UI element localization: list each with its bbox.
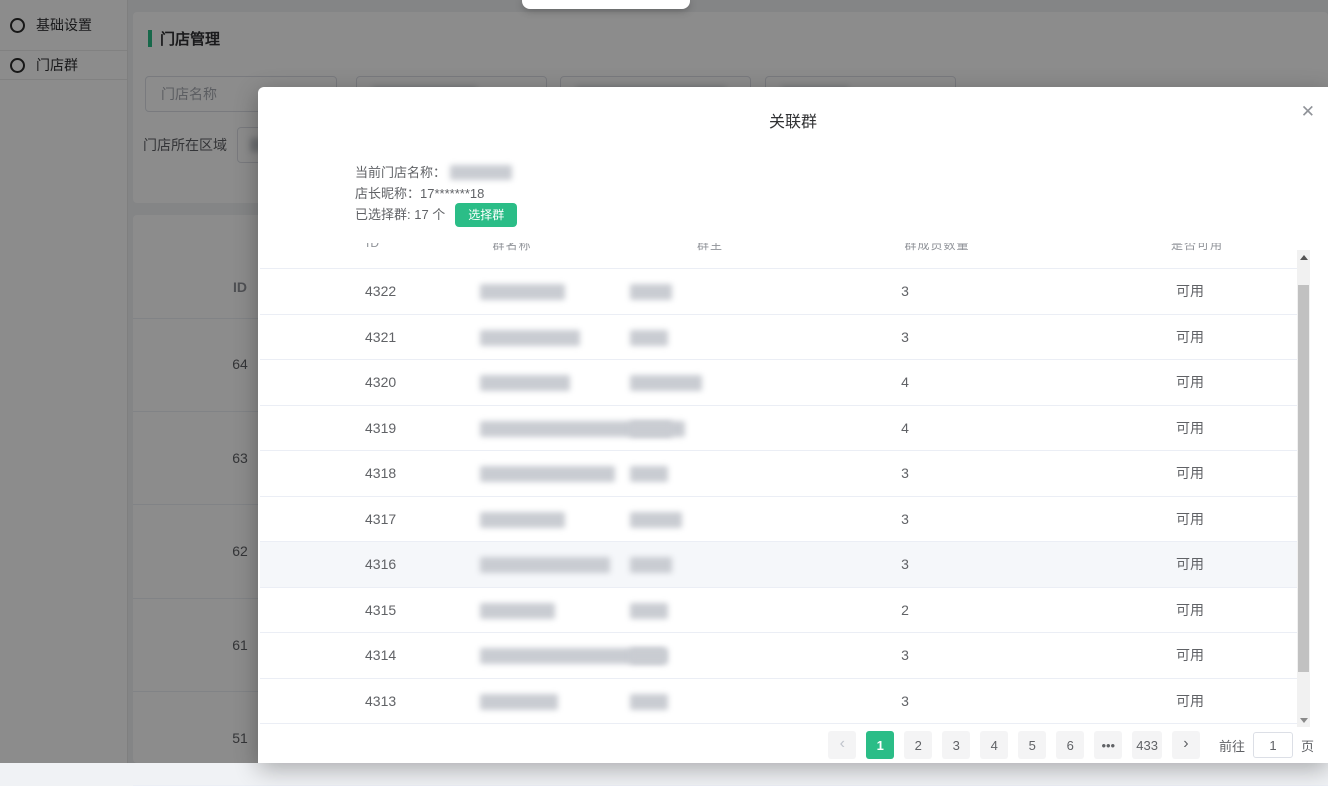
- group-row: 4315 2 可用: [260, 588, 1297, 634]
- member-count: 2: [855, 588, 955, 633]
- blurred-group-owner: [630, 557, 672, 573]
- prev-page-button[interactable]: ‹: [828, 731, 856, 759]
- pagination: ‹ 123456 ••• 433 › 前往 页: [823, 731, 1314, 759]
- group-id: 4322: [365, 269, 396, 314]
- member-count: 3: [855, 497, 955, 542]
- member-count: 4: [855, 360, 955, 405]
- blurred-group-name: [480, 330, 580, 346]
- next-page-button[interactable]: ›: [1172, 731, 1200, 759]
- status-available: 可用: [1140, 633, 1240, 678]
- page-number-button[interactable]: 3: [942, 731, 970, 759]
- blurred-group-owner: [630, 603, 668, 619]
- column-header: 是否可用: [1171, 243, 1223, 253]
- goto-page-input[interactable]: [1253, 732, 1293, 758]
- blurred-group-owner: [630, 375, 702, 391]
- blurred-group-name: [480, 284, 565, 300]
- group-row: 4317 3 可用: [260, 497, 1297, 543]
- member-count: 3: [855, 269, 955, 314]
- column-header: 群成员数量: [904, 243, 969, 253]
- blurred-group-owner: [630, 648, 668, 664]
- page-number-button[interactable]: 433: [1132, 731, 1162, 759]
- status-available: 可用: [1140, 315, 1240, 360]
- status-available: 可用: [1140, 679, 1240, 724]
- group-id: 4313: [365, 679, 396, 724]
- group-id: 4321: [365, 315, 396, 360]
- groups-table-header-clipped: ID 群名称 群主 群成员数量 是否可用: [260, 243, 1297, 269]
- blurred-group-name: [480, 557, 610, 573]
- page-unit-label: 页: [1301, 736, 1314, 755]
- status-available: 可用: [1140, 269, 1240, 314]
- scroll-down-button[interactable]: [1297, 713, 1310, 727]
- member-count: 3: [855, 542, 955, 587]
- column-header: ID: [366, 243, 380, 250]
- blurred-group-name: [480, 603, 555, 619]
- group-id: 4314: [365, 633, 396, 678]
- blurred-group-name: [480, 512, 565, 528]
- toast-message-partial: [522, 0, 690, 9]
- page-number-button[interactable]: 5: [1018, 731, 1046, 759]
- status-available: 可用: [1140, 451, 1240, 496]
- blurred-store-name: [450, 165, 512, 180]
- table-scrollbar[interactable]: [1297, 250, 1310, 727]
- chevron-left-icon: ‹: [840, 736, 845, 752]
- page-number-button[interactable]: 6: [1056, 731, 1084, 759]
- group-row: 4319 4 可用: [260, 406, 1297, 452]
- page-number-button[interactable]: 4: [980, 731, 1008, 759]
- page-number-button[interactable]: •••: [1094, 731, 1122, 759]
- scroll-up-button[interactable]: [1297, 250, 1310, 264]
- goto-label: 前往: [1219, 736, 1245, 755]
- blurred-group-name: [480, 375, 570, 391]
- group-row: 4322 3 可用: [260, 269, 1297, 315]
- blurred-group-owner: [630, 694, 668, 710]
- manager-nickname: 17*******18: [420, 183, 484, 204]
- modal-title: 关联群: [258, 108, 1328, 132]
- column-header: 群名称: [492, 243, 531, 253]
- blurred-group-owner: [630, 421, 672, 437]
- status-available: 可用: [1140, 360, 1240, 405]
- manager-label: 店长昵称：: [355, 183, 420, 204]
- triangle-up-icon: [1300, 255, 1308, 260]
- column-header: 群主: [697, 243, 723, 253]
- blurred-group-owner: [630, 466, 668, 482]
- member-count: 3: [855, 679, 955, 724]
- groups-table: ID群名称群主群成员数量是否可用 4322 3 可用 4321 3 可用 432…: [260, 243, 1297, 724]
- blurred-group-name: [480, 466, 615, 482]
- member-count: 3: [855, 633, 955, 678]
- group-row: 4316 3 可用: [260, 542, 1297, 588]
- status-available: 可用: [1140, 542, 1240, 587]
- status-available: 可用: [1140, 588, 1240, 633]
- blurred-group-owner: [630, 330, 668, 346]
- group-row: 4313 3 可用: [260, 679, 1297, 725]
- status-available: 可用: [1140, 406, 1240, 451]
- page-number-button[interactable]: 1: [866, 731, 894, 759]
- store-name-label: 当前门店名称：: [355, 162, 446, 183]
- group-id: 4316: [365, 542, 396, 587]
- associated-groups-modal: ✕ 关联群 当前门店名称： 店长昵称： 17*******18 已选择群: 17…: [258, 87, 1328, 763]
- member-count: 4: [855, 406, 955, 451]
- selected-groups-count: 已选择群: 17 个: [355, 204, 445, 225]
- group-id: 4318: [365, 451, 396, 496]
- member-count: 3: [855, 451, 955, 496]
- group-row: 4321 3 可用: [260, 315, 1297, 361]
- group-row: 4320 4 可用: [260, 360, 1297, 406]
- blurred-group-owner: [630, 512, 682, 528]
- store-info-block: 当前门店名称： 店长昵称： 17*******18 已选择群: 17 个 选择群: [355, 162, 517, 225]
- group-id: 4317: [365, 497, 396, 542]
- group-id: 4320: [365, 360, 396, 405]
- group-id: 4315: [365, 588, 396, 633]
- member-count: 3: [855, 315, 955, 360]
- blurred-group-name: [480, 694, 558, 710]
- select-groups-button[interactable]: 选择群: [455, 203, 517, 227]
- group-row: 4314 3 可用: [260, 633, 1297, 679]
- status-available: 可用: [1140, 497, 1240, 542]
- group-row: 4318 3 可用: [260, 451, 1297, 497]
- page-number-button[interactable]: 2: [904, 731, 932, 759]
- blurred-group-owner: [630, 284, 672, 300]
- group-id: 4319: [365, 406, 396, 451]
- scrollbar-thumb[interactable]: [1298, 285, 1309, 672]
- chevron-right-icon: ›: [1183, 736, 1188, 752]
- triangle-down-icon: [1300, 718, 1308, 723]
